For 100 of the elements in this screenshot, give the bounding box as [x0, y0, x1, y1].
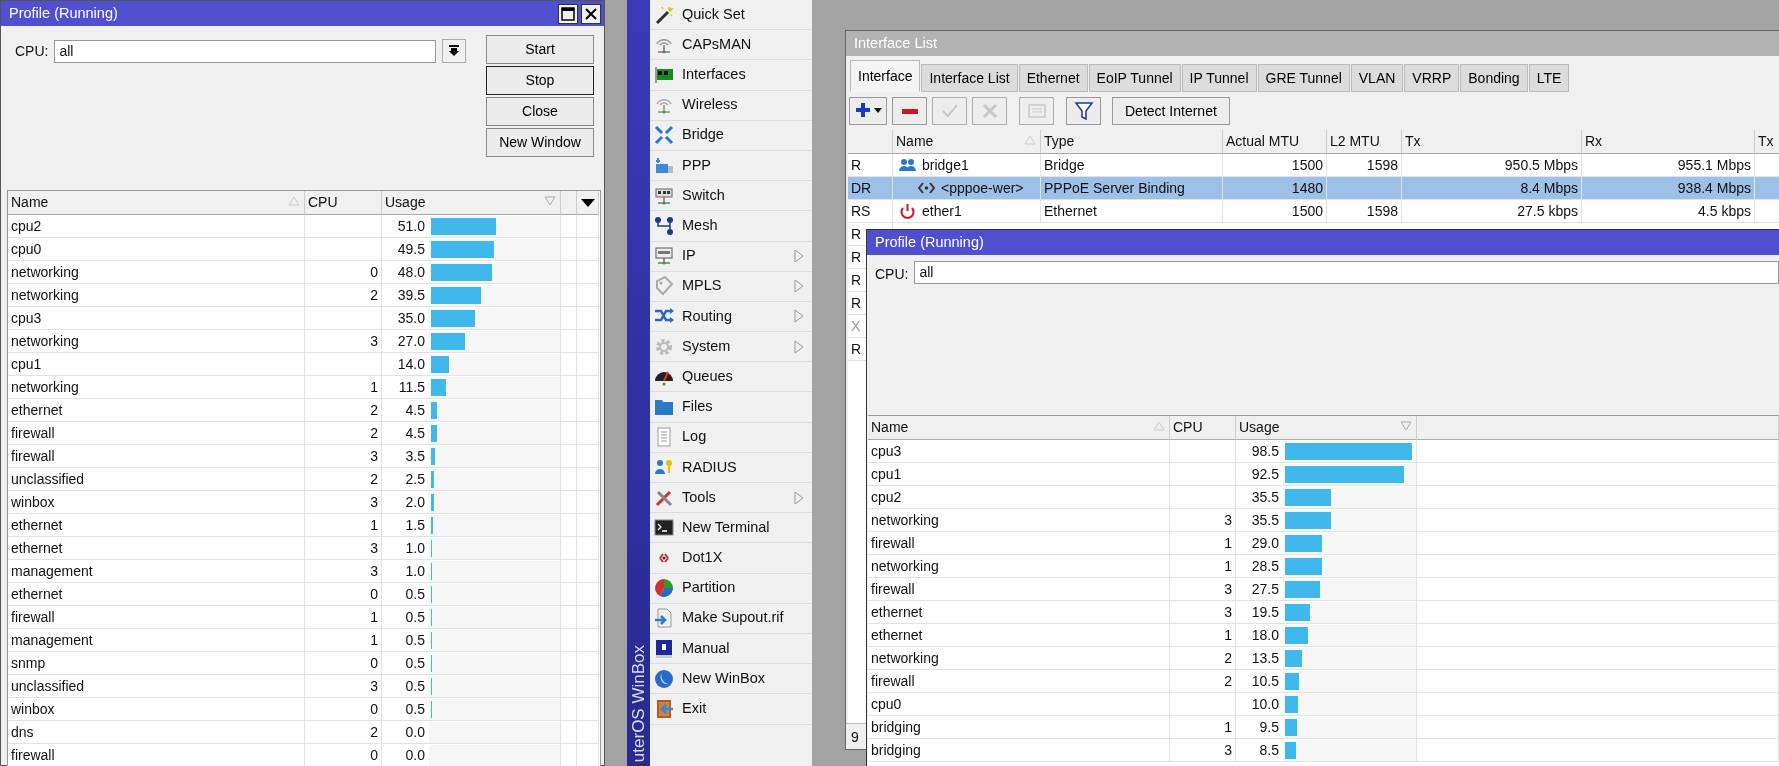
- column-header[interactable]: Name: [893, 130, 1041, 154]
- menu-item[interactable]: Switch: [682, 184, 812, 207]
- column-header[interactable]: Rx: [1582, 130, 1755, 154]
- menu-item[interactable]: CAPsMAN: [682, 33, 812, 56]
- detect-internet-button[interactable]: Detect Internet: [1112, 97, 1230, 125]
- menu-item[interactable]: Wireless: [682, 94, 812, 117]
- menu-item[interactable]: IP: [682, 245, 786, 267]
- tab[interactable]: IP Tunnel: [1181, 64, 1257, 92]
- add-button[interactable]: [849, 97, 887, 125]
- table-cell: firewall: [8, 606, 305, 629]
- menu-item[interactable]: PPP: [682, 154, 812, 177]
- usage-value: 1.5: [404, 515, 425, 535]
- menu-item[interactable]: MPLS: [682, 275, 786, 298]
- menu-item[interactable]: Bridge: [682, 124, 812, 147]
- usage-value: 0.5: [404, 607, 425, 627]
- table-cell: ethernet: [868, 624, 1170, 647]
- tab[interactable]: Interface: [850, 60, 921, 92]
- menu-item[interactable]: Files: [682, 396, 812, 418]
- table-cell: 3: [1170, 739, 1236, 762]
- column-header[interactable]: Tx: [1755, 130, 1779, 154]
- table-cell: firewall: [8, 744, 305, 766]
- table-cell: unclassified: [8, 468, 305, 491]
- table-cell: bridging: [868, 716, 1170, 739]
- table-cell-text: bridge1: [922, 155, 969, 175]
- menu-item[interactable]: Manual: [682, 637, 812, 660]
- table-cell: cpu3: [8, 307, 305, 330]
- tab[interactable]: EoIP Tunnel: [1088, 64, 1181, 92]
- table-cell: 1: [1170, 624, 1236, 647]
- usage-value: 27.5: [1250, 579, 1279, 599]
- usage-value: 14.0: [396, 354, 425, 374]
- menu-item[interactable]: Interfaces: [682, 64, 812, 86]
- tab[interactable]: LTE: [1528, 64, 1570, 92]
- menu-item[interactable]: Dot1X: [682, 547, 812, 569]
- tab[interactable]: GRE Tunnel: [1257, 64, 1350, 92]
- window-button[interactable]: New Window: [486, 128, 594, 157]
- menu-item[interactable]: System: [682, 335, 786, 358]
- remove-button[interactable]: [892, 97, 927, 125]
- table-cell-text: ether1: [922, 201, 962, 221]
- maximize-button[interactable]: [558, 3, 578, 24]
- usage-value: 0.0: [404, 745, 425, 765]
- close-button[interactable]: [581, 3, 601, 24]
- tab[interactable]: Ethernet: [1018, 64, 1088, 92]
- menu-item[interactable]: Queues: [682, 365, 812, 388]
- table-cell: 3: [305, 445, 382, 468]
- door-icon: [654, 698, 674, 719]
- table-cell: 3: [305, 675, 382, 698]
- column-header[interactable]: Name: [868, 416, 1170, 440]
- column-header[interactable]: Name: [8, 191, 305, 215]
- empty-cell: [577, 468, 599, 491]
- filter-icon: [1073, 101, 1094, 121]
- column-header[interactable]: Tx: [1402, 130, 1582, 154]
- empty-cell: [577, 514, 599, 537]
- window-button[interactable]: Start: [486, 35, 594, 64]
- menu-item[interactable]: Tools: [682, 486, 786, 509]
- column-header[interactable]: L2 MTU: [1327, 130, 1402, 154]
- window-title: Interface List: [854, 33, 937, 53]
- usage-value: 18.0: [1250, 625, 1279, 645]
- table-cell: firewall: [868, 532, 1170, 555]
- column-header[interactable]: Usage: [1236, 416, 1417, 440]
- column-header[interactable]: Type: [1041, 130, 1223, 154]
- window-button[interactable]: Close: [486, 97, 594, 126]
- table-cell: networking: [868, 555, 1170, 578]
- usage-value: 2.0: [404, 492, 425, 512]
- filter-button[interactable]: [1066, 97, 1101, 125]
- dropdown-button[interactable]: [442, 39, 466, 63]
- menu-item[interactable]: Make Supout.rif: [682, 607, 812, 630]
- plug-icon: [654, 155, 674, 176]
- menu-item[interactable]: Quick Set: [682, 3, 812, 26]
- column-header[interactable]: CPU: [305, 191, 382, 215]
- tab[interactable]: Interface List: [921, 64, 1018, 92]
- menu-item[interactable]: Routing: [682, 305, 786, 328]
- usage-value: 39.5: [396, 285, 425, 305]
- menu-item[interactable]: Partition: [682, 577, 812, 600]
- menu-item[interactable]: New WinBox: [682, 667, 812, 690]
- table-cell: management: [8, 629, 305, 652]
- table-cell: cpu2: [868, 486, 1170, 509]
- cpu-field[interactable]: all: [54, 39, 436, 63]
- column-header[interactable]: Usage: [382, 191, 561, 215]
- empty-cell: [577, 560, 599, 583]
- menu-item[interactable]: Exit: [682, 698, 812, 720]
- tab[interactable]: VRRP: [1404, 64, 1460, 92]
- document-arrow-icon: [654, 608, 674, 629]
- column-header[interactable]: Actual MTU: [1223, 130, 1327, 154]
- column-header: [848, 130, 893, 154]
- terminal-icon: [654, 517, 674, 538]
- table-cell: networking: [8, 261, 305, 284]
- window-button[interactable]: Stop: [486, 66, 594, 95]
- column-header[interactable]: CPU: [1170, 416, 1236, 440]
- tab[interactable]: VLAN: [1350, 64, 1404, 92]
- menu-item[interactable]: New Terminal: [682, 516, 812, 539]
- menu-item[interactable]: Log: [682, 426, 812, 449]
- cpu-field[interactable]: all: [914, 261, 1779, 284]
- monitor-icon: [654, 246, 674, 267]
- dropdown-arrow-icon[interactable]: [580, 198, 595, 207]
- usage-value: 35.0: [396, 308, 425, 328]
- switch-icon: [654, 185, 674, 206]
- table-cell: 1: [305, 376, 382, 399]
- menu-item[interactable]: RADIUS: [682, 456, 812, 479]
- menu-item[interactable]: Mesh: [682, 215, 812, 237]
- tab[interactable]: Bonding: [1460, 64, 1528, 92]
